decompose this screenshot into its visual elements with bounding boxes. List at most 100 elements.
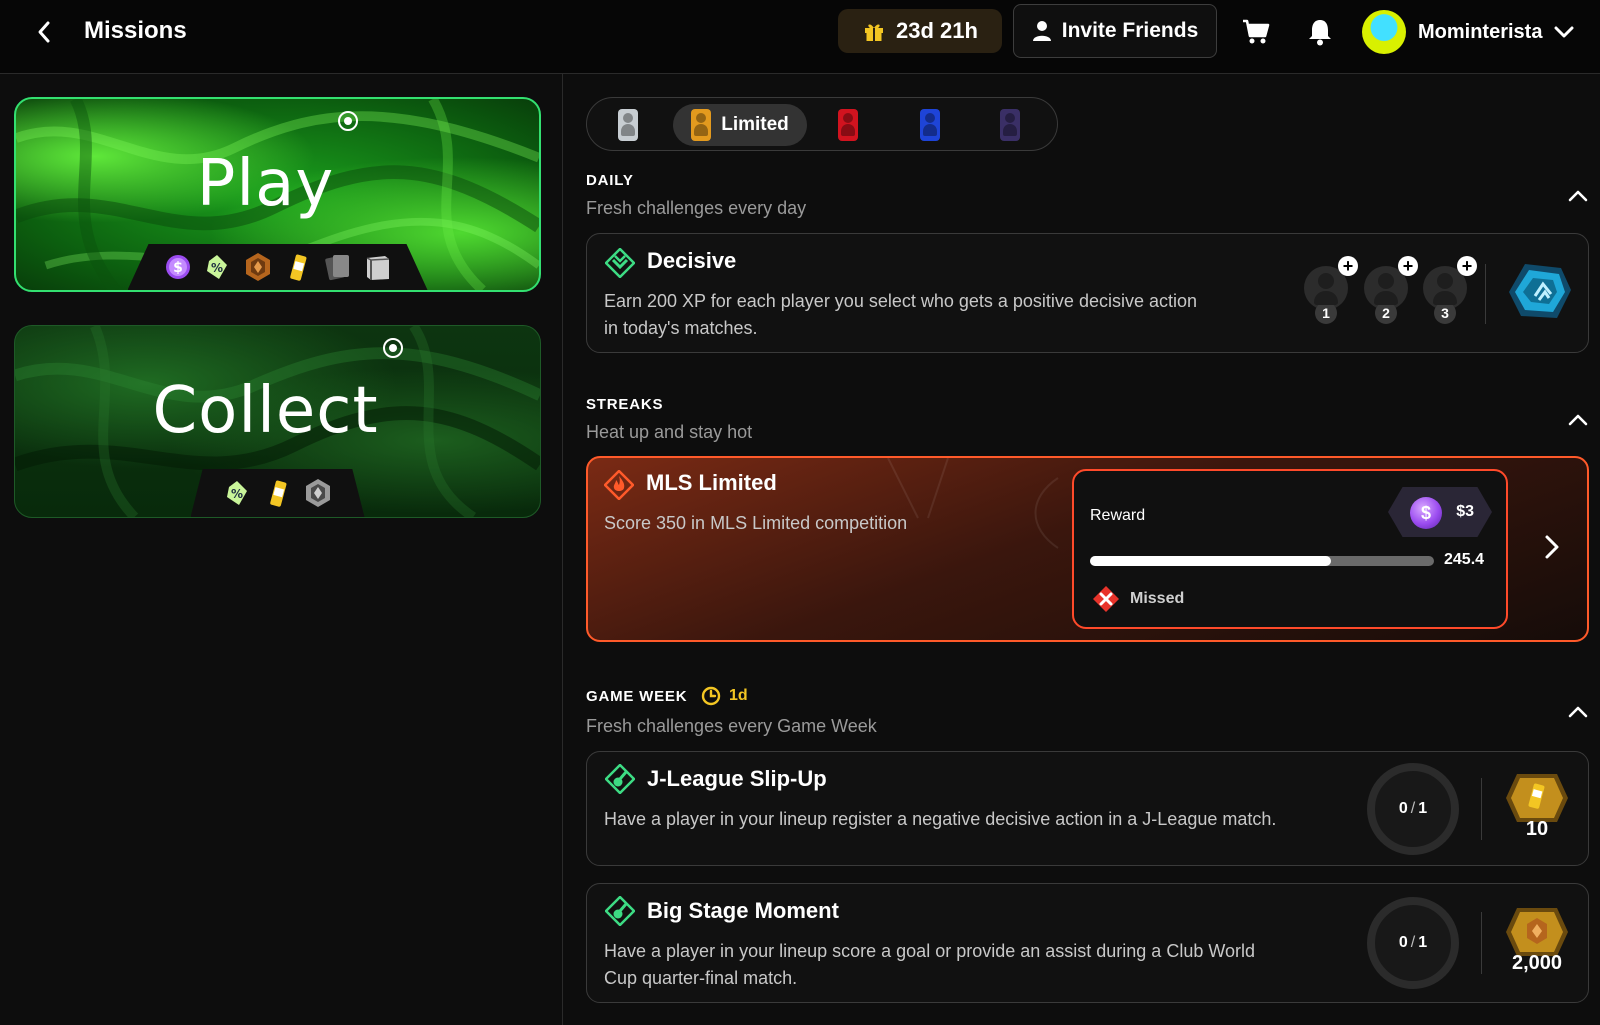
back-button[interactable] bbox=[30, 18, 58, 46]
panel-divider bbox=[562, 74, 563, 1025]
common-card-icon bbox=[618, 109, 638, 141]
tab-super-rare[interactable] bbox=[905, 104, 955, 146]
unique-card-icon bbox=[1000, 109, 1020, 141]
mission-name: MLS Limited bbox=[646, 470, 777, 495]
collect-title: Collect bbox=[15, 338, 540, 448]
daily-collapse-icon[interactable] bbox=[1566, 184, 1590, 208]
reward-amount: 2,000 bbox=[1511, 952, 1563, 974]
user-menu[interactable]: Mominterista bbox=[1362, 9, 1574, 55]
tab-unique[interactable] bbox=[985, 104, 1035, 146]
game-week-collapse-icon[interactable] bbox=[1566, 700, 1590, 724]
game-week-section-label: GAME WEEK bbox=[586, 688, 688, 705]
chevron-right-icon[interactable] bbox=[1540, 532, 1564, 562]
tab-limited-label: Limited bbox=[721, 114, 789, 135]
collect-reward-tray: % bbox=[190, 469, 365, 517]
energy-reward-icon bbox=[1506, 774, 1568, 822]
separator bbox=[1481, 778, 1482, 840]
status-missed: Missed bbox=[1092, 585, 1184, 613]
person-icon bbox=[1032, 21, 1051, 41]
streak-reward-box: Reward $ $3 245.4 Missed bbox=[1072, 469, 1508, 629]
chevron-left-icon bbox=[38, 21, 50, 43]
mission-description: Have a player in your lineup score a goa… bbox=[604, 941, 1256, 988]
add-icon: + bbox=[1457, 256, 1477, 276]
streaks-section-subtitle: Heat up and stay hot bbox=[586, 422, 753, 442]
coin-icon: $ bbox=[1410, 497, 1442, 529]
reward-label: Reward bbox=[1090, 507, 1146, 524]
add-icon: + bbox=[1338, 256, 1358, 276]
daily-mission-card[interactable]: Decisive Earn 200 XP for each player you… bbox=[586, 233, 1589, 353]
mission-badge-icon bbox=[605, 764, 635, 794]
streak-mission-card[interactable]: MLS Limited Score 350 in MLS Limited com… bbox=[586, 456, 1589, 642]
gift-icon bbox=[865, 24, 884, 41]
mission-description: Earn 200 XP for each player you select w… bbox=[604, 291, 1198, 338]
username: Mominterista bbox=[1418, 20, 1543, 43]
bronze-badge-reward-icon bbox=[1506, 908, 1568, 956]
game-week-mission-card[interactable]: Big Stage Moment Have a player in your l… bbox=[586, 883, 1589, 1003]
bell-icon[interactable] bbox=[1307, 18, 1333, 46]
discount-tag-icon: % bbox=[224, 478, 252, 508]
mission-description: Score 350 in MLS Limited competition bbox=[604, 513, 908, 533]
mission-badge-icon bbox=[605, 248, 635, 278]
player-slot-2[interactable]: +2 bbox=[1364, 256, 1418, 324]
mission-name: J-League Slip-Up bbox=[647, 766, 827, 791]
svg-text:$: $ bbox=[173, 260, 183, 276]
game-week-timer: 1d bbox=[701, 686, 748, 706]
progress-counter: 0/1 bbox=[1367, 897, 1459, 989]
daily-section-label: DAILY bbox=[586, 172, 634, 189]
collect-mode-card[interactable]: Collect % bbox=[14, 325, 541, 518]
player-slot-1[interactable]: +1 bbox=[1304, 256, 1358, 324]
separator bbox=[1481, 912, 1482, 974]
cart-icon[interactable] bbox=[1242, 18, 1270, 46]
game-week-section-subtitle: Fresh challenges every Game Week bbox=[586, 716, 877, 736]
clock-icon bbox=[701, 686, 721, 706]
limited-card-icon bbox=[691, 109, 712, 141]
svg-text:%: % bbox=[210, 261, 222, 275]
invite-friends-button[interactable]: Invite Friends bbox=[1013, 4, 1217, 58]
mission-description: Have a player in your lineup register a … bbox=[604, 809, 1277, 829]
progress-bar bbox=[1090, 556, 1434, 566]
reward-amount: 10 bbox=[1525, 818, 1549, 840]
bronze-badge-icon bbox=[244, 252, 272, 282]
avatar bbox=[1362, 10, 1406, 54]
discount-tag-icon: % bbox=[204, 252, 232, 282]
add-icon: + bbox=[1398, 256, 1418, 276]
registered-mark-icon bbox=[382, 338, 403, 358]
invite-friends-label: Invite Friends bbox=[1061, 19, 1199, 42]
missed-x-icon bbox=[1092, 585, 1120, 613]
mission-badge-icon bbox=[605, 896, 635, 926]
play-title: Play bbox=[16, 111, 539, 221]
status-text: Missed bbox=[1130, 590, 1185, 607]
streaks-section-label: STREAKS bbox=[586, 396, 664, 413]
player-slot-3[interactable]: +3 bbox=[1423, 256, 1477, 324]
coin-icon: $ bbox=[164, 252, 192, 282]
rare-card-icon bbox=[838, 109, 858, 141]
silver-badge-icon bbox=[304, 478, 332, 508]
chevron-down-icon bbox=[1554, 26, 1574, 38]
game-week-mission-card[interactable]: J-League Slip-Up Have a player in your l… bbox=[586, 751, 1589, 866]
card-pack-icon bbox=[324, 252, 352, 282]
tab-rare[interactable] bbox=[823, 104, 873, 146]
slot-number: 3 bbox=[1434, 302, 1456, 324]
season-timer-button[interactable]: 23d 21h bbox=[838, 9, 1002, 53]
tab-limited[interactable]: Limited bbox=[673, 104, 807, 146]
super-rare-card-icon bbox=[920, 109, 940, 141]
page-title: Missions bbox=[84, 17, 187, 44]
progress-fill bbox=[1090, 556, 1332, 566]
progress-value: 245.4 bbox=[1444, 551, 1485, 568]
play-mode-card[interactable]: Play $ % bbox=[14, 97, 541, 292]
season-timer-text: 23d 21h bbox=[896, 18, 978, 43]
separator bbox=[1485, 264, 1486, 324]
progress-counter: 0/1 bbox=[1367, 763, 1459, 855]
tab-common[interactable] bbox=[603, 104, 653, 146]
reward-value: $3 bbox=[1456, 503, 1474, 520]
slot-number: 2 bbox=[1375, 302, 1397, 324]
play-reward-tray: $ % bbox=[127, 244, 428, 290]
reward-badge: $ $3 bbox=[1388, 487, 1492, 537]
top-bar: Missions 23d 21h Invite Friends Mominter… bbox=[0, 0, 1600, 74]
energy-drink-icon bbox=[264, 478, 292, 508]
mission-name: Decisive bbox=[647, 248, 737, 273]
flame-icon bbox=[604, 470, 634, 500]
game-week-timer-text: 1d bbox=[729, 687, 748, 704]
streaks-collapse-icon[interactable] bbox=[1566, 408, 1590, 432]
energy-drink-icon bbox=[284, 252, 312, 282]
